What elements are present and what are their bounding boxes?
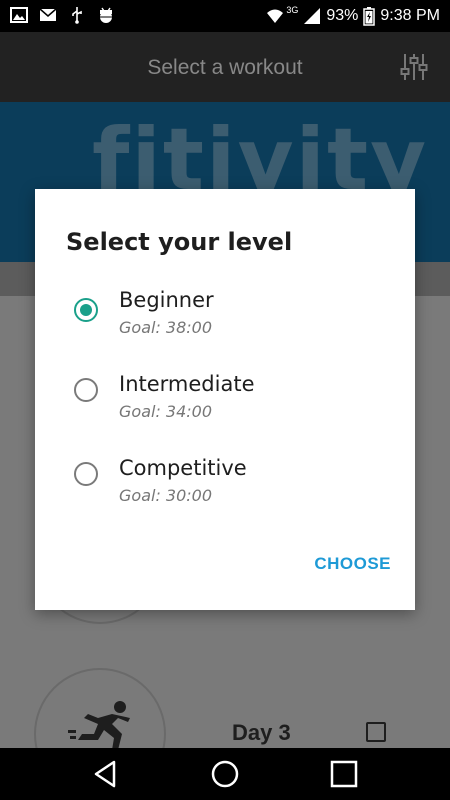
day-label: Day 3	[232, 720, 291, 745]
radio-button[interactable]	[74, 378, 98, 402]
mail-icon	[39, 8, 57, 21]
network-type: 3G	[286, 5, 299, 15]
option-label: Intermediate	[119, 372, 255, 396]
navigation-bar	[0, 748, 450, 800]
usb-icon	[72, 7, 82, 24]
radio-button[interactable]	[74, 462, 98, 486]
status-bar: 3G 93% 9:38 PM	[0, 0, 450, 32]
recents-icon[interactable]	[328, 758, 360, 790]
level-dialog: Select your level Beginner Goal: 38:00 I…	[35, 189, 415, 610]
option-label: Beginner	[119, 288, 214, 312]
level-option-competitive[interactable]: Competitive Goal: 30:00	[35, 453, 415, 533]
signal-icon	[304, 8, 321, 24]
wifi-icon	[267, 9, 284, 23]
option-label: Competitive	[119, 456, 247, 480]
page-title: Select a workout	[147, 56, 303, 79]
option-goal: Goal: 38:00	[119, 318, 213, 337]
filter-sliders-icon[interactable]	[400, 52, 428, 82]
image-icon	[10, 7, 28, 23]
level-option-intermediate[interactable]: Intermediate Goal: 34:00	[35, 369, 415, 449]
option-goal: Goal: 34:00	[119, 402, 213, 421]
option-goal: Goal: 30:00	[119, 486, 213, 505]
back-icon[interactable]	[90, 758, 122, 790]
runner-icon	[68, 701, 130, 750]
day-checkbox[interactable]	[366, 722, 386, 742]
battery-icon	[363, 7, 376, 26]
radio-button-selected[interactable]	[74, 298, 98, 322]
dialog-title: Select your level	[66, 228, 293, 256]
level-option-beginner[interactable]: Beginner Goal: 38:00	[35, 285, 415, 365]
choose-button[interactable]: CHOOSE	[301, 554, 391, 580]
android-debug-icon	[100, 7, 112, 23]
clock: 9:38 PM	[380, 7, 440, 24]
battery-percent: 93%	[326, 7, 359, 24]
app-bar: Select a workout	[0, 32, 450, 102]
home-icon[interactable]	[209, 758, 241, 790]
